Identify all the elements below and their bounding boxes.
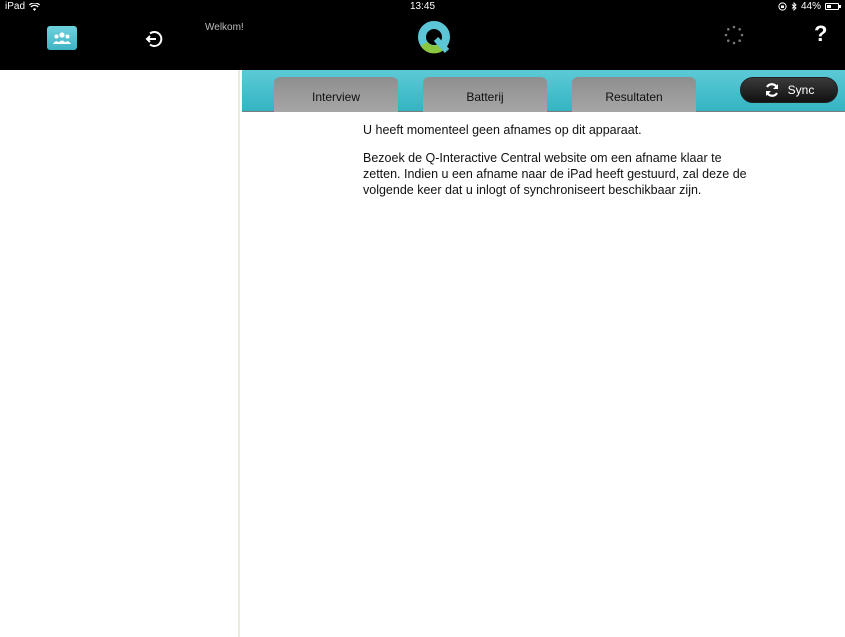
welcome-label: Welkom!	[205, 22, 244, 33]
tab-resultaten[interactable]: Resultaten	[572, 77, 696, 112]
help-icon[interactable]: ?	[814, 21, 827, 47]
orientation-lock-icon	[778, 2, 787, 11]
main-content: U heeft momenteel geen afnames op dit ap…	[363, 122, 753, 210]
sync-label: Sync	[787, 83, 815, 97]
bluetooth-icon	[791, 2, 797, 11]
app-logo	[418, 21, 450, 54]
sync-icon	[765, 83, 778, 97]
sync-button[interactable]: Sync	[740, 77, 838, 103]
battery-percent: 44%	[800, 1, 821, 12]
status-bar: iPad 13:45 44%	[0, 0, 845, 14]
battery-icon	[825, 3, 841, 10]
loading-spinner-icon	[724, 25, 744, 45]
logout-button[interactable]	[142, 27, 166, 51]
tab-bar: Interview Batterij Resultaten Sync	[242, 70, 845, 112]
users-icon	[53, 32, 71, 44]
tab-interview[interactable]: Interview	[274, 77, 398, 112]
clock: 13:45	[409, 1, 436, 12]
empty-message: U heeft momenteel geen afnames op dit ap…	[363, 123, 642, 137]
sidebar	[0, 70, 240, 637]
tab-batterij[interactable]: Batterij	[423, 77, 547, 112]
instructions-text: Bezoek de Q-Interactive Central website …	[363, 151, 747, 197]
logout-icon	[145, 31, 163, 47]
users-button[interactable]	[47, 26, 77, 50]
battery-fill	[827, 5, 831, 8]
